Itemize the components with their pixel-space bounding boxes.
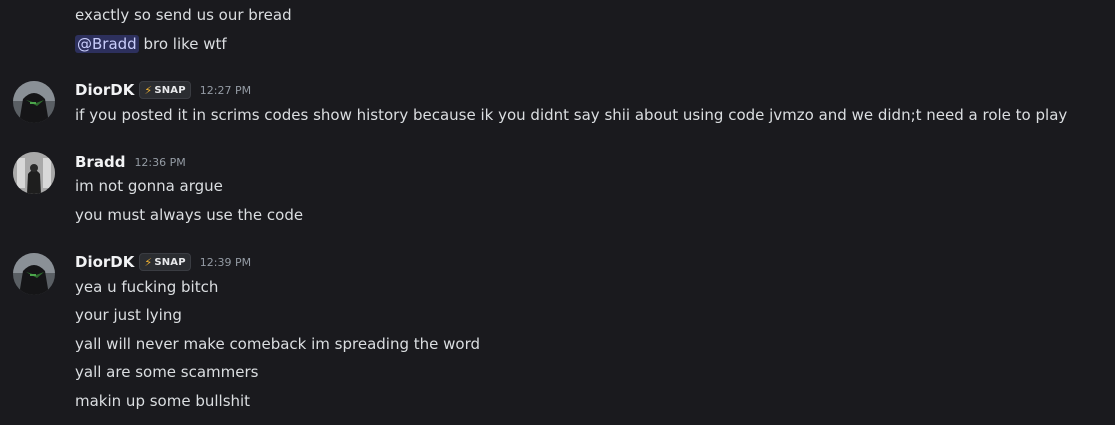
- user-mention[interactable]: @Bradd: [75, 35, 139, 53]
- timestamp[interactable]: 12:27 PM: [200, 84, 251, 97]
- timestamp[interactable]: 12:39 PM: [200, 256, 251, 269]
- avatar[interactable]: [13, 253, 55, 295]
- server-tag[interactable]: ⚡ SNAP: [139, 253, 191, 271]
- username[interactable]: DiorDK: [75, 253, 134, 271]
- message-text: yall are some scammers: [75, 363, 259, 381]
- message-text-rest: bro like wtf: [138, 35, 227, 53]
- timestamp[interactable]: 12:36 PM: [134, 156, 185, 169]
- server-tag[interactable]: ⚡ SNAP: [139, 81, 191, 99]
- message-text: yall will never make comeback im spreadi…: [75, 335, 480, 353]
- username[interactable]: DiorDK: [75, 81, 134, 99]
- message-header: DiorDK ⚡ SNAP 12:27 PM: [75, 80, 251, 100]
- username[interactable]: Bradd: [75, 153, 125, 171]
- avatar[interactable]: [13, 81, 55, 123]
- message-text: exactly so send us our bread: [75, 6, 292, 24]
- message-text: im not gonna argue: [75, 177, 223, 195]
- message-header: Bradd 12:36 PM: [75, 152, 186, 172]
- server-tag-label: SNAP: [154, 256, 186, 268]
- message-text: you must always use the code: [75, 206, 304, 224]
- message-text: yea u fucking bitch: [75, 278, 219, 296]
- message-header: DiorDK ⚡ SNAP 12:39 PM: [75, 252, 251, 272]
- chat-message-list: exactly so send us our bread @Bradd bro …: [0, 0, 1115, 425]
- message-text: if you posted it in scrims codes show hi…: [75, 106, 1068, 124]
- lightning-bolt-icon: ⚡: [144, 255, 153, 269]
- message-text: @Bradd bro like wtf: [75, 34, 227, 54]
- lightning-bolt-icon: ⚡: [144, 83, 153, 97]
- avatar[interactable]: [13, 152, 55, 194]
- message-text: your just lying: [75, 306, 182, 324]
- server-tag-label: SNAP: [154, 84, 186, 96]
- message-text: makin up some bullshit: [75, 392, 251, 410]
